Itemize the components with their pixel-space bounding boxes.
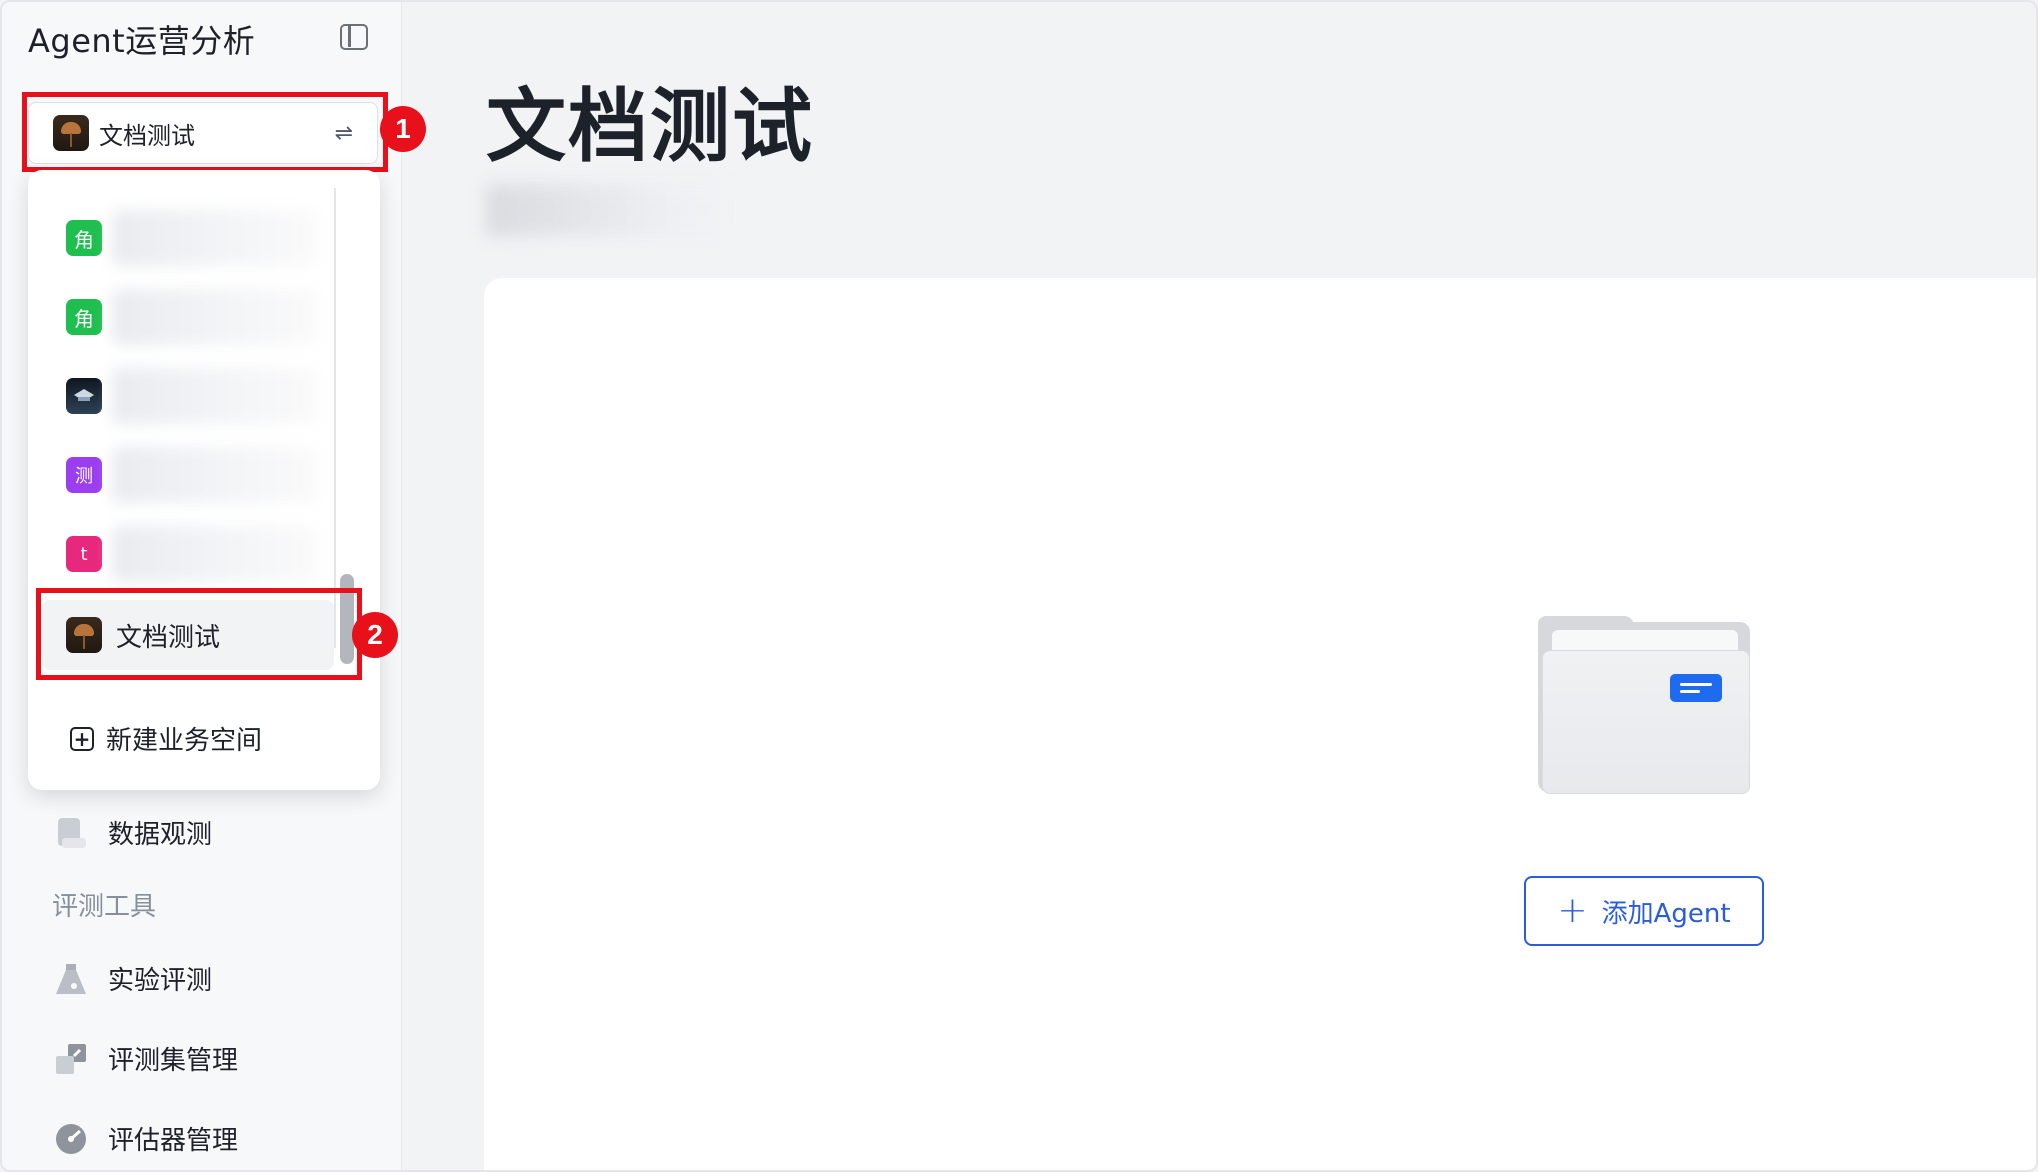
- step-marker-2: 2: [352, 612, 398, 658]
- workspace-option[interactable]: 角: [66, 208, 316, 268]
- blurred-workspace-name: [112, 447, 316, 503]
- nav-label: 评测集管理: [108, 1046, 239, 1076]
- gauge-icon: [54, 1122, 88, 1156]
- workspace-avatar-icon: [66, 378, 102, 414]
- workspace-avatar-icon: 角: [66, 299, 102, 335]
- workspace-avatar-icon: 测: [66, 457, 102, 493]
- add-agent-label: 添加Agent: [1601, 898, 1731, 929]
- workspace-avatar-icon: t: [66, 536, 102, 572]
- blurred-workspace-name: [112, 210, 316, 266]
- nav-label: 评估器管理: [108, 1126, 239, 1156]
- app-title: Agent运营分析: [28, 22, 256, 60]
- app-window: Agent运营分析 文档测试 ⇌ 1 角 角 测 t 文档测试 2 + 新建业务…: [0, 0, 2038, 1172]
- new-workspace-label: 新建业务空间: [106, 726, 263, 756]
- nav-label: 数据观测: [108, 820, 213, 850]
- add-square-icon: +: [70, 726, 94, 751]
- new-workspace-button[interactable]: + 新建业务空间: [70, 720, 262, 757]
- step-marker-1: 1: [380, 106, 426, 152]
- blurred-subtitle: [486, 184, 732, 236]
- workspace-option[interactable]: [66, 366, 316, 426]
- workspace-dropdown: 角 角 测 t: [28, 170, 380, 790]
- sidebar-collapse-icon[interactable]: [340, 24, 368, 50]
- plus-icon: +: [1557, 890, 1588, 931]
- sidebar: Agent运营分析 文档测试 ⇌ 1 角 角 测 t 文档测试 2 + 新建业务…: [2, 2, 426, 1170]
- blurred-workspace-name: [112, 368, 316, 424]
- page-title: 文档测试: [486, 80, 814, 173]
- dataset-icon: [54, 1042, 88, 1076]
- workspace-option[interactable]: t: [66, 524, 316, 584]
- highlight-box-1: [22, 92, 388, 172]
- nav-label: 实验评测: [108, 966, 213, 996]
- section-heading-eval-tools: 评测工具: [52, 892, 157, 922]
- workspace-option[interactable]: 测: [66, 445, 316, 505]
- nav-eval-set-manage[interactable]: 评测集管理: [54, 1040, 238, 1077]
- flask-icon: [54, 962, 88, 996]
- blurred-workspace-name: [112, 526, 316, 582]
- document-icon: [54, 816, 88, 850]
- nav-data-observe[interactable]: 数据观测: [54, 814, 212, 851]
- empty-folder-icon: [1538, 616, 1750, 794]
- workspace-avatar-icon: 角: [66, 220, 102, 256]
- dropdown-scrollbar-track[interactable]: [334, 188, 336, 648]
- blurred-workspace-name: [112, 289, 316, 345]
- add-agent-button[interactable]: + 添加Agent: [1524, 876, 1764, 946]
- highlight-box-2: [36, 588, 362, 680]
- nav-evaluator-manage[interactable]: 评估器管理: [54, 1120, 238, 1157]
- main-content-panel: [484, 278, 2036, 1170]
- workspace-option[interactable]: 角: [66, 287, 316, 347]
- nav-experiment-eval[interactable]: 实验评测: [54, 960, 212, 997]
